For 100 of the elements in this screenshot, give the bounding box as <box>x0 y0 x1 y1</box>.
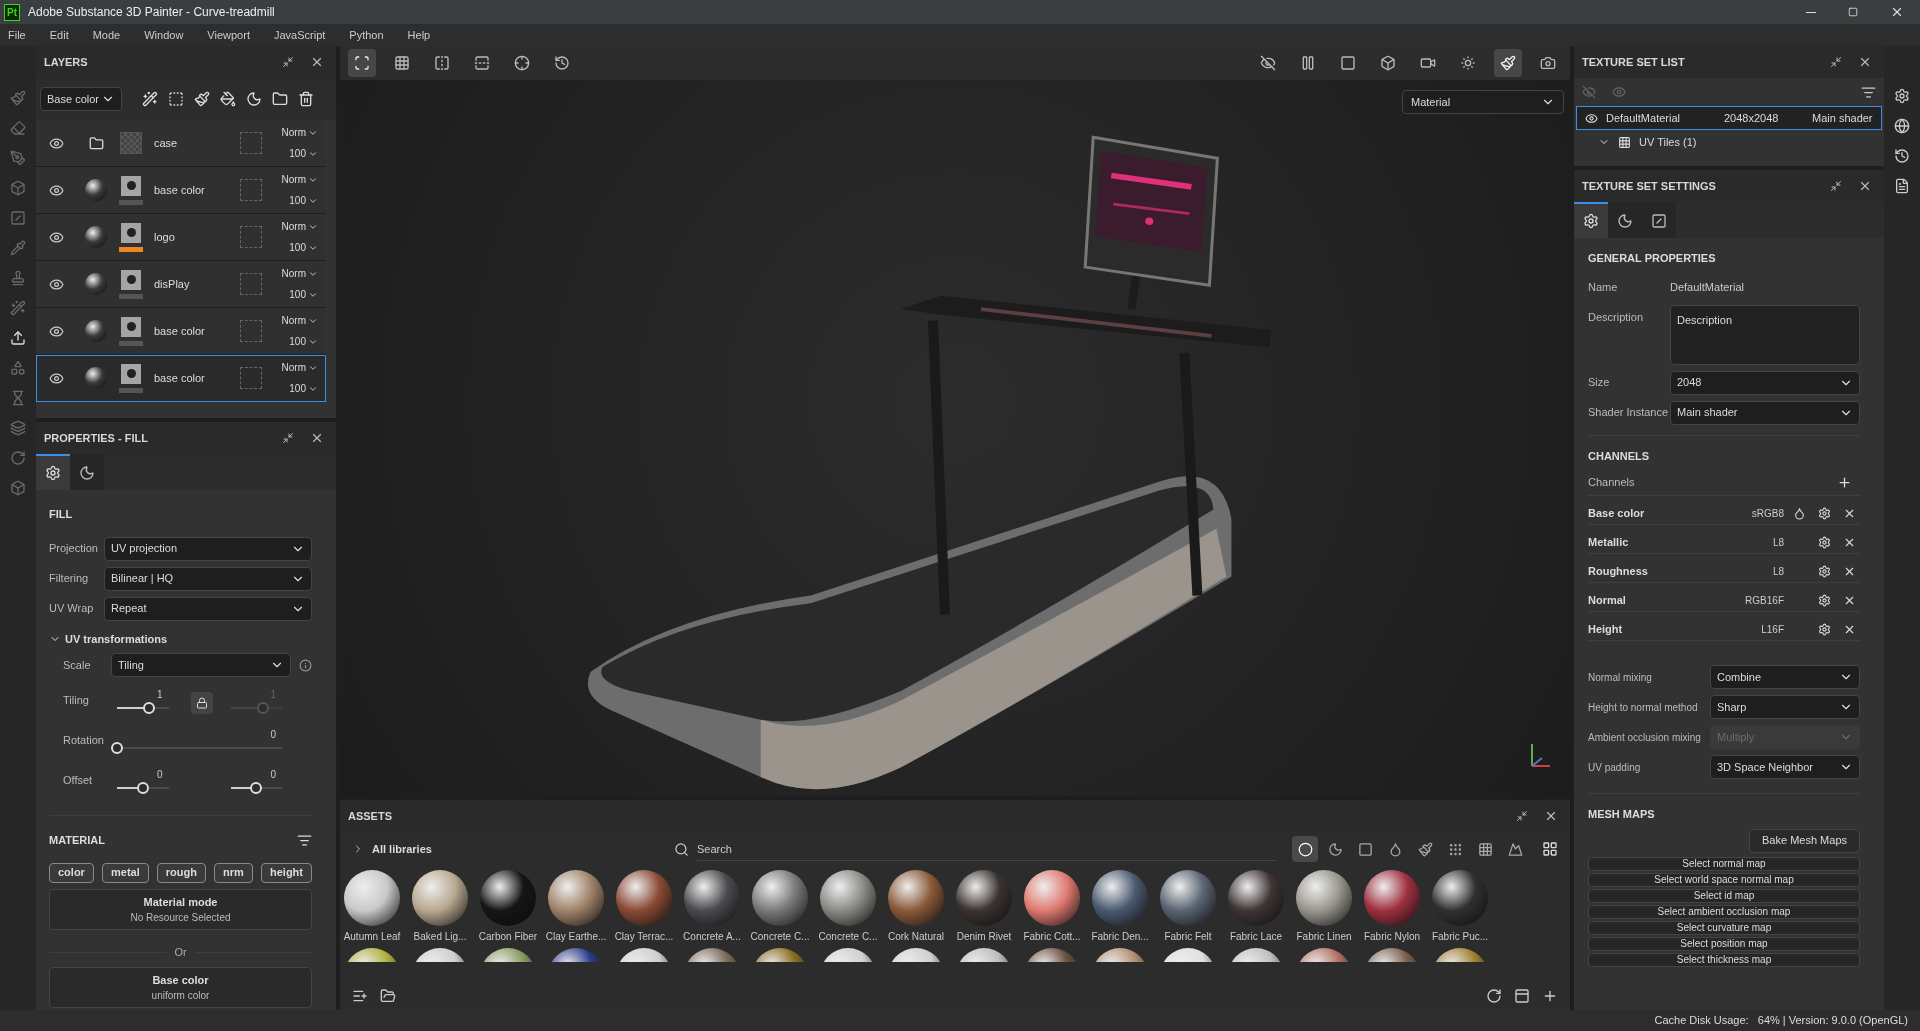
blend-mode-dropdown[interactable]: Norm <box>281 313 318 328</box>
eye-icon[interactable] <box>48 323 64 339</box>
shapes-icon[interactable] <box>10 360 26 376</box>
add-icon[interactable] <box>1837 475 1852 490</box>
pipette-icon[interactable] <box>10 240 26 256</box>
rotate-icon[interactable] <box>10 450 26 466</box>
dropdown[interactable]: Sharp <box>1710 695 1860 719</box>
eraser-icon[interactable] <box>10 120 26 136</box>
asset-tile[interactable]: Concrete A... <box>684 870 740 944</box>
settings-icon[interactable] <box>1818 535 1831 549</box>
refresh-icon[interactable] <box>1486 988 1502 1004</box>
dropdown[interactable]: UV projection <box>104 536 312 561</box>
asset-tile[interactable]: Carbon Fiber <box>480 870 536 944</box>
close-icon[interactable] <box>1858 55 1872 69</box>
dropdown[interactable]: Combine <box>1710 665 1860 689</box>
asset-tile[interactable]: Autumn Leaf <box>344 870 400 944</box>
info-icon[interactable] <box>299 658 312 672</box>
eye-icon[interactable] <box>48 276 64 292</box>
asset-tile[interactable]: Clay Earthe... <box>548 870 604 944</box>
square-icon[interactable] <box>10 210 26 226</box>
dropdown[interactable]: 3D Space Neighbor <box>1710 755 1860 779</box>
shading-dropdown[interactable]: Material <box>1402 90 1564 114</box>
blend-mode-dropdown[interactable]: Norm <box>281 125 318 140</box>
blend-mode-dropdown[interactable]: Norm <box>281 219 318 234</box>
folder-icon[interactable] <box>380 988 396 1004</box>
asset-tile[interactable]: Fabric Lace <box>1228 870 1284 944</box>
undock-icon[interactable] <box>1516 810 1528 822</box>
dropdown[interactable]: Base color <box>40 87 122 111</box>
toolbar-button[interactable] <box>1494 49 1522 77</box>
paint-bucket-icon[interactable] <box>220 91 236 107</box>
minimize-icon[interactable] <box>1806 11 1816 13</box>
layers-icon[interactable] <box>10 420 26 436</box>
select-map-button[interactable]: Select ambient occlusion map <box>1588 904 1860 919</box>
settings-icon[interactable] <box>1818 564 1831 578</box>
bake-mesh-maps-button[interactable]: Bake Mesh Maps <box>1749 828 1860 853</box>
opacity-dropdown[interactable]: 100 <box>289 334 318 349</box>
list-options-icon[interactable] <box>1861 84 1876 100</box>
cube-icon[interactable] <box>10 180 26 196</box>
menu-item[interactable]: Window <box>144 26 184 44</box>
select-map-button[interactable]: Select thickness map <box>1588 952 1860 967</box>
panel-tab[interactable] <box>1642 202 1676 238</box>
globe-icon[interactable] <box>1894 118 1910 134</box>
menu-item[interactable]: Help <box>407 26 431 44</box>
menu-item[interactable]: Mode <box>92 26 121 44</box>
channel-toggle[interactable]: nrm <box>214 862 253 883</box>
cube-icon[interactable] <box>10 480 26 496</box>
select-map-button[interactable]: Select id map <box>1588 888 1860 903</box>
dropdown[interactable]: Repeat <box>104 596 312 621</box>
channel-toggle[interactable]: rough <box>156 862 206 883</box>
undock-icon[interactable] <box>282 56 294 68</box>
select-map-button[interactable]: Select position map <box>1588 936 1860 951</box>
channel-toggle[interactable]: color <box>49 862 94 883</box>
asset-tile[interactable]: Fabric Puc... <box>1432 870 1488 944</box>
history-icon[interactable] <box>1894 148 1910 164</box>
menu-item[interactable]: Python <box>349 26 384 44</box>
trash-icon[interactable] <box>298 91 314 107</box>
settings-icon[interactable] <box>1818 506 1831 520</box>
asset-tile[interactable]: Fabric Linen <box>1296 870 1352 944</box>
close-icon[interactable] <box>310 431 324 445</box>
texture-set-row[interactable]: DefaultMaterial 2048x2048 Main shader <box>1576 106 1882 130</box>
channel-toggle[interactable]: metal <box>102 862 149 883</box>
uv-transformations-toggle[interactable]: UV transformations <box>49 630 312 647</box>
asset-tile[interactable]: Cork Natural <box>888 870 944 944</box>
opacity-dropdown[interactable]: 100 <box>289 381 318 396</box>
asset-tile[interactable]: Clay Terrac... <box>616 870 672 944</box>
maximize-icon[interactable] <box>1848 7 1858 17</box>
blend-mode-dropdown[interactable]: Norm <box>281 266 318 281</box>
blend-mode-dropdown[interactable]: Norm <box>281 360 318 375</box>
settings-icon[interactable] <box>1818 622 1831 636</box>
menu-item[interactable]: JavaScript <box>273 26 326 44</box>
dropdown[interactable]: Tiling <box>111 653 291 677</box>
menu-item[interactable]: File <box>8 26 26 44</box>
settings-icon[interactable] <box>1818 593 1831 607</box>
eye-icon[interactable] <box>48 135 64 151</box>
opacity-dropdown[interactable]: 100 <box>289 240 318 255</box>
asset-tile[interactable]: Denim Rivet <box>956 870 1012 944</box>
close-icon[interactable] <box>310 55 324 69</box>
asset-tile[interactable]: Baked Lig... <box>412 870 468 944</box>
menu-item[interactable]: Viewport <box>207 26 250 44</box>
panel-tab[interactable] <box>70 454 104 490</box>
asset-tile[interactable]: Fabric Felt <box>1160 870 1216 944</box>
opacity-dropdown[interactable]: 100 <box>289 287 318 302</box>
opacity-dropdown[interactable]: 100 <box>289 146 318 161</box>
base-color-box[interactable]: Base color uniform color <box>49 966 312 1008</box>
asset-tile[interactable]: Fabric Cott... <box>1024 870 1080 944</box>
eye-icon[interactable] <box>48 229 64 245</box>
stamp-icon[interactable] <box>10 270 26 286</box>
description-field[interactable]: Description <box>1670 304 1860 365</box>
eye-icon[interactable] <box>48 182 64 198</box>
asset-tile[interactable]: Fabric Nylon <box>1364 870 1420 944</box>
opacity-dropdown[interactable]: 100 <box>289 193 318 208</box>
toolbar-button[interactable] <box>348 49 376 77</box>
library-path[interactable]: All libraries <box>372 840 662 858</box>
brush-icon[interactable] <box>194 91 210 107</box>
mask-icon[interactable] <box>168 91 184 107</box>
window-icon[interactable] <box>1514 988 1530 1004</box>
blend-mode-dropdown[interactable]: Norm <box>281 172 318 187</box>
list-icon[interactable] <box>352 988 368 1004</box>
asset-tile[interactable]: Concrete C... <box>752 870 808 944</box>
eye-icon[interactable] <box>48 370 64 386</box>
